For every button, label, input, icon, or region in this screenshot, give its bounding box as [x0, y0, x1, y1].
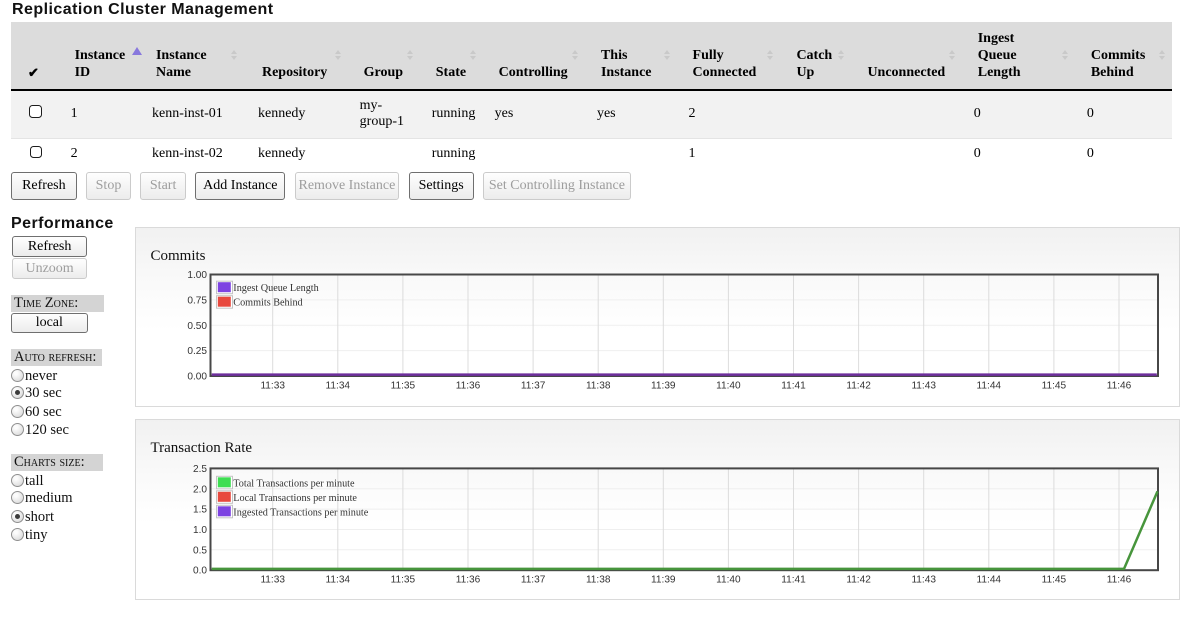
svg-text:11:37: 11:37	[520, 574, 545, 585]
svg-text:11:43: 11:43	[911, 380, 936, 391]
svg-text:Total Transactions per minute: Total Transactions per minute	[233, 478, 355, 489]
svg-text:11:42: 11:42	[846, 574, 871, 585]
svg-text:11:41: 11:41	[781, 574, 806, 585]
svg-text:Local Transactions per minute: Local Transactions per minute	[233, 492, 357, 503]
svg-text:11:45: 11:45	[1041, 574, 1066, 585]
svg-text:11:46: 11:46	[1106, 380, 1131, 391]
svg-text:0.50: 0.50	[187, 321, 207, 332]
svg-text:11:43: 11:43	[911, 574, 936, 585]
svg-text:11:40: 11:40	[716, 574, 741, 585]
svg-text:11:44: 11:44	[976, 380, 1001, 391]
svg-text:2.5: 2.5	[192, 463, 206, 474]
svg-text:0.5: 0.5	[192, 545, 206, 556]
svg-text:1.0: 1.0	[192, 525, 206, 536]
svg-text:11:38: 11:38	[585, 574, 610, 585]
svg-text:11:36: 11:36	[455, 574, 480, 585]
svg-text:11:44: 11:44	[976, 574, 1001, 585]
svg-text:11:46: 11:46	[1106, 574, 1131, 585]
svg-text:11:40: 11:40	[716, 380, 741, 391]
svg-text:Commits Behind: Commits Behind	[233, 297, 302, 308]
svg-text:11:45: 11:45	[1041, 380, 1066, 391]
svg-text:11:37: 11:37	[520, 380, 545, 391]
svg-text:11:35: 11:35	[390, 380, 415, 391]
svg-text:11:34: 11:34	[325, 380, 350, 391]
svg-text:11:39: 11:39	[651, 380, 676, 391]
svg-text:11:38: 11:38	[585, 380, 610, 391]
svg-text:0.00: 0.00	[187, 371, 207, 382]
svg-text:2.0: 2.0	[192, 484, 206, 495]
svg-text:11:36: 11:36	[455, 380, 480, 391]
svg-text:11:42: 11:42	[846, 380, 871, 391]
svg-text:1.5: 1.5	[192, 504, 206, 515]
svg-text:Ingest Queue Length: Ingest Queue Length	[233, 283, 318, 294]
svg-text:11:33: 11:33	[260, 574, 285, 585]
svg-text:11:33: 11:33	[260, 380, 285, 391]
svg-text:11:35: 11:35	[390, 574, 415, 585]
svg-text:Ingested Transactions per minu: Ingested Transactions per minute	[233, 507, 368, 518]
svg-text:11:41: 11:41	[781, 380, 806, 391]
svg-text:0.0: 0.0	[192, 565, 206, 576]
svg-text:11:34: 11:34	[325, 574, 350, 585]
svg-text:1.00: 1.00	[187, 270, 207, 281]
svg-text:0.25: 0.25	[187, 346, 207, 357]
svg-text:11:39: 11:39	[651, 574, 676, 585]
svg-text:0.75: 0.75	[187, 295, 207, 306]
